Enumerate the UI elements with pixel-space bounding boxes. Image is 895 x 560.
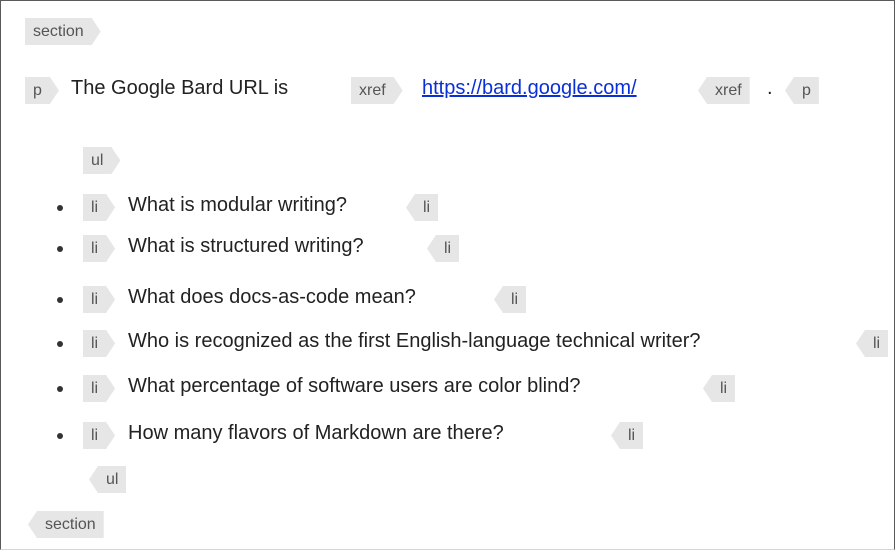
list-bullet: [57, 386, 63, 392]
structured-editor-view: section p The Google Bard URL is xref ht…: [0, 0, 895, 550]
p-open-tag[interactable]: p: [25, 77, 59, 104]
bard-url-link[interactable]: https://bard.google.com/: [422, 75, 637, 102]
list-item: How many flavors of Markdown are there?: [128, 422, 504, 444]
li-open-tag[interactable]: li: [83, 235, 115, 262]
xref-open-tag[interactable]: xref: [351, 77, 403, 104]
paragraph-period: .: [767, 77, 773, 99]
li-close-tag[interactable]: li: [494, 286, 527, 313]
ul-close-tag[interactable]: ul: [89, 466, 127, 493]
xref-close-tag[interactable]: xref: [698, 77, 750, 104]
section-close-tag[interactable]: section: [28, 511, 104, 538]
ul-open-tag[interactable]: ul: [83, 147, 120, 174]
li-open-tag[interactable]: li: [83, 375, 115, 402]
list-bullet: [57, 205, 63, 211]
list-item: What is structured writing?: [128, 235, 364, 257]
list-bullet: [57, 297, 63, 303]
paragraph-text: The Google Bard URL is: [71, 77, 289, 99]
li-close-tag[interactable]: li: [611, 422, 644, 449]
li-close-tag[interactable]: li: [703, 375, 736, 402]
li-open-tag[interactable]: li: [83, 422, 115, 449]
li-close-tag[interactable]: li: [406, 194, 439, 221]
list-item: What percentage of software users are co…: [128, 375, 581, 397]
li-open-tag[interactable]: li: [83, 330, 115, 357]
list-bullet: [57, 433, 63, 439]
section-open-tag[interactable]: section: [25, 18, 101, 45]
li-close-tag[interactable]: li: [427, 235, 460, 262]
li-open-tag[interactable]: li: [83, 286, 115, 313]
li-close-tag[interactable]: li: [856, 330, 889, 357]
list-bullet: [57, 246, 63, 252]
li-open-tag[interactable]: li: [83, 194, 115, 221]
list-bullet: [57, 341, 63, 347]
p-close-tag[interactable]: p: [785, 77, 819, 104]
list-item: Who is recognized as the first English-l…: [128, 330, 701, 352]
list-item: What is modular writing?: [128, 194, 347, 216]
list-item: What does docs-as-code mean?: [128, 286, 416, 308]
